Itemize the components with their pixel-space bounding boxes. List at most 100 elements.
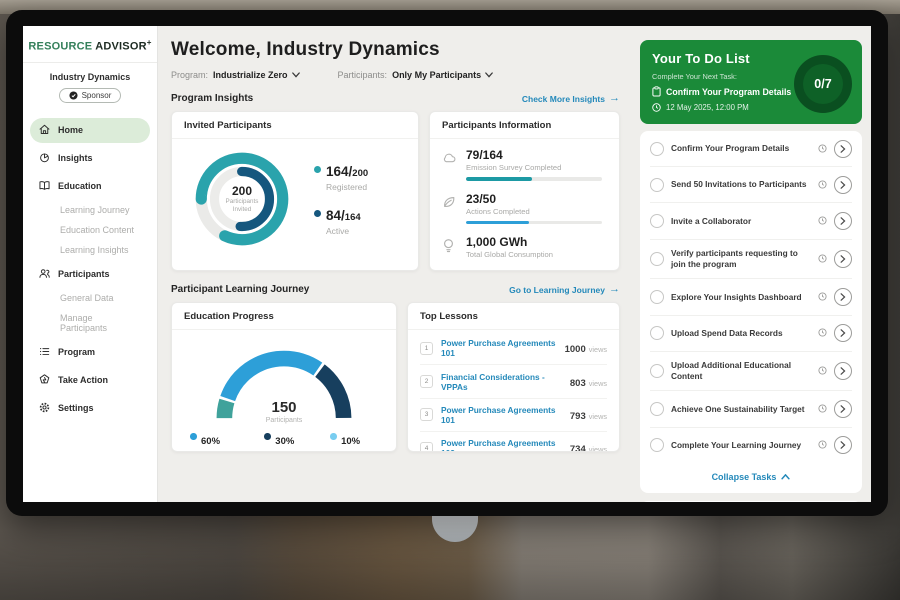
metric-value: 79/164 — [466, 148, 602, 162]
learning-journey-header: Participant Learning Journey Go to Learn… — [171, 284, 620, 295]
sponsor-badge[interactable]: Sponsor — [59, 88, 122, 103]
todo-tasks-card: Confirm Your Program Details Send 50 Inv… — [640, 131, 862, 493]
chevron-down-icon — [485, 72, 493, 78]
task-checkbox[interactable] — [650, 364, 664, 378]
emission-icon — [442, 148, 457, 181]
metric-progress-fill — [466, 221, 529, 225]
legend-label: Pending — [275, 450, 302, 452]
task-open-button[interactable] — [834, 176, 852, 194]
task-checkbox[interactable] — [650, 402, 664, 416]
task-open-button[interactable] — [834, 324, 852, 342]
app-logo: RESOURCE ADVISOR+ — [23, 26, 157, 63]
check-more-insights-link[interactable]: Check More Insights → — [522, 93, 620, 104]
sidebar-item-education[interactable]: Education — [30, 174, 150, 199]
participants-filter-select[interactable]: Only My Participants — [392, 70, 493, 80]
sidebar-item-insights[interactable]: Insights — [30, 146, 150, 171]
task-open-button[interactable] — [834, 250, 852, 268]
lesson-title-link[interactable]: Power Purchase Agreements 101 — [441, 338, 557, 358]
task-open-button[interactable] — [834, 436, 852, 454]
sidebar-item-take-action[interactable]: Take Action — [30, 368, 150, 393]
task-label: Upload Additional Educational Content — [671, 360, 811, 382]
sidebar-item-label: Learning Insights — [60, 245, 129, 255]
sidebar-item-label: Education Content — [60, 225, 134, 235]
sidebar-item-label: Learning Journey — [60, 205, 130, 215]
metric-row: 1,000 GWh Total Global Consumption — [442, 235, 605, 259]
task-open-button[interactable] — [834, 140, 852, 158]
sidebar-item-participants[interactable]: Participants — [30, 262, 150, 287]
legend-value: 164/ — [326, 164, 352, 179]
home-icon — [38, 123, 51, 138]
sidebar-item-general-data[interactable]: General Data — [30, 290, 150, 307]
task-clock-icon — [818, 140, 827, 158]
invited-donut-chart: 200 Participants Invited — [186, 143, 298, 255]
sidebar-item-program[interactable]: Program — [30, 340, 150, 365]
todo-tasks-list: Confirm Your Program Details Send 50 Inv… — [650, 131, 852, 463]
top-lessons-list: 1 Power Purchase Agreements 101 1000view… — [408, 330, 619, 452]
lesson-title-link[interactable]: Power Purchase Agreements 101 — [441, 405, 562, 425]
legend-pct: 10% — [341, 436, 360, 447]
gauge-center-value: 150 — [209, 399, 359, 416]
todo-next-task-label: Confirm Your Program Details — [666, 87, 791, 97]
legend-total: 164 — [345, 212, 361, 223]
sponsor-badge-wrap: Sponsor — [23, 87, 157, 105]
task-open-button[interactable] — [834, 400, 852, 418]
lesson-views: 803 — [570, 378, 586, 389]
program-filter-select[interactable]: Industrialize Zero — [213, 70, 300, 80]
lesson-title-link[interactable]: Financial Considerations - VPPAs — [441, 372, 562, 392]
task-checkbox[interactable] — [650, 252, 664, 266]
donut-legend-item: 84/164 Active — [314, 207, 368, 236]
metric-progress-fill — [466, 177, 532, 181]
learning-journey-title: Participant Learning Journey — [171, 284, 309, 295]
program-icon — [38, 345, 51, 360]
legend-total: 200 — [352, 168, 368, 179]
legend-dot — [330, 433, 337, 440]
clipboard-icon — [652, 86, 661, 97]
education-progress-title: Education Progress — [172, 303, 396, 330]
sidebar-item-settings[interactable]: Settings — [30, 396, 150, 421]
task-checkbox[interactable] — [650, 326, 664, 340]
task-open-button[interactable] — [834, 212, 852, 230]
lesson-row: 3 Power Purchase Agreements 101 793views — [420, 399, 607, 432]
sidebar-item-learning-insights[interactable]: Learning Insights — [30, 242, 150, 259]
chevron-down-icon — [292, 72, 300, 78]
lesson-row: 4 Power Purchase Agreements 102 734views — [420, 432, 607, 452]
lesson-title-link[interactable]: Power Purchase Agreements 102 — [441, 438, 562, 452]
organization-name: Industry Dynamics — [23, 72, 157, 82]
task-checkbox[interactable] — [650, 438, 664, 452]
education-gauge-chart: 150 Participants — [209, 338, 359, 424]
gauge-legend-item: 60% Completed — [190, 431, 236, 452]
lesson-views: 1000 — [565, 344, 586, 355]
todo-task-row: Upload Spend Data Records — [650, 316, 852, 352]
task-checkbox[interactable] — [650, 178, 664, 192]
scene: RESOURCE ADVISOR+ Industry Dynamics Spon… — [0, 0, 900, 600]
sidebar-item-learning-journey[interactable]: Learning Journey — [30, 202, 150, 219]
sidebar-item-education-content[interactable]: Education Content — [30, 222, 150, 239]
todo-header-card: Your To Do List Complete Your Next Task:… — [640, 40, 862, 124]
sidebar-item-manage-participants[interactable]: Manage Participants — [30, 310, 150, 337]
task-checkbox[interactable] — [650, 290, 664, 304]
task-label: Send 50 Invitations to Participants — [671, 179, 811, 190]
participants-filter-value: Only My Participants — [392, 70, 481, 80]
collapse-tasks-link[interactable]: Collapse Tasks — [650, 463, 852, 493]
task-checkbox[interactable] — [650, 214, 664, 228]
logo-plus: + — [147, 38, 152, 47]
go-to-learning-journey-label: Go to Learning Journey — [509, 285, 605, 295]
sidebar-item-home[interactable]: Home — [30, 118, 150, 143]
lesson-rank: 2 — [420, 375, 433, 388]
program-filter-value: Industrialize Zero — [213, 70, 288, 80]
chevron-right-icon — [840, 367, 846, 375]
participants-filter: Participants: Only My Participants — [338, 70, 494, 80]
todo-task-row: Achieve One Sustainability Target — [650, 391, 852, 427]
metric-label: Total Global Consumption — [466, 250, 553, 259]
sidebar: RESOURCE ADVISOR+ Industry Dynamics Spon… — [23, 26, 158, 502]
metric-progress-bar — [466, 177, 602, 181]
go-to-learning-journey-link[interactable]: Go to Learning Journey → — [509, 284, 620, 295]
task-checkbox[interactable] — [650, 142, 664, 156]
task-open-button[interactable] — [834, 362, 852, 380]
task-label: Complete Your Learning Journey — [671, 440, 811, 451]
insights-icon — [38, 151, 51, 166]
top-lessons-card: Top Lessons 1 Power Purchase Agreements … — [407, 302, 620, 452]
task-open-button[interactable] — [834, 288, 852, 306]
lesson-row: 2 Financial Considerations - VPPAs 803vi… — [420, 365, 607, 398]
chevron-right-icon — [840, 329, 846, 337]
